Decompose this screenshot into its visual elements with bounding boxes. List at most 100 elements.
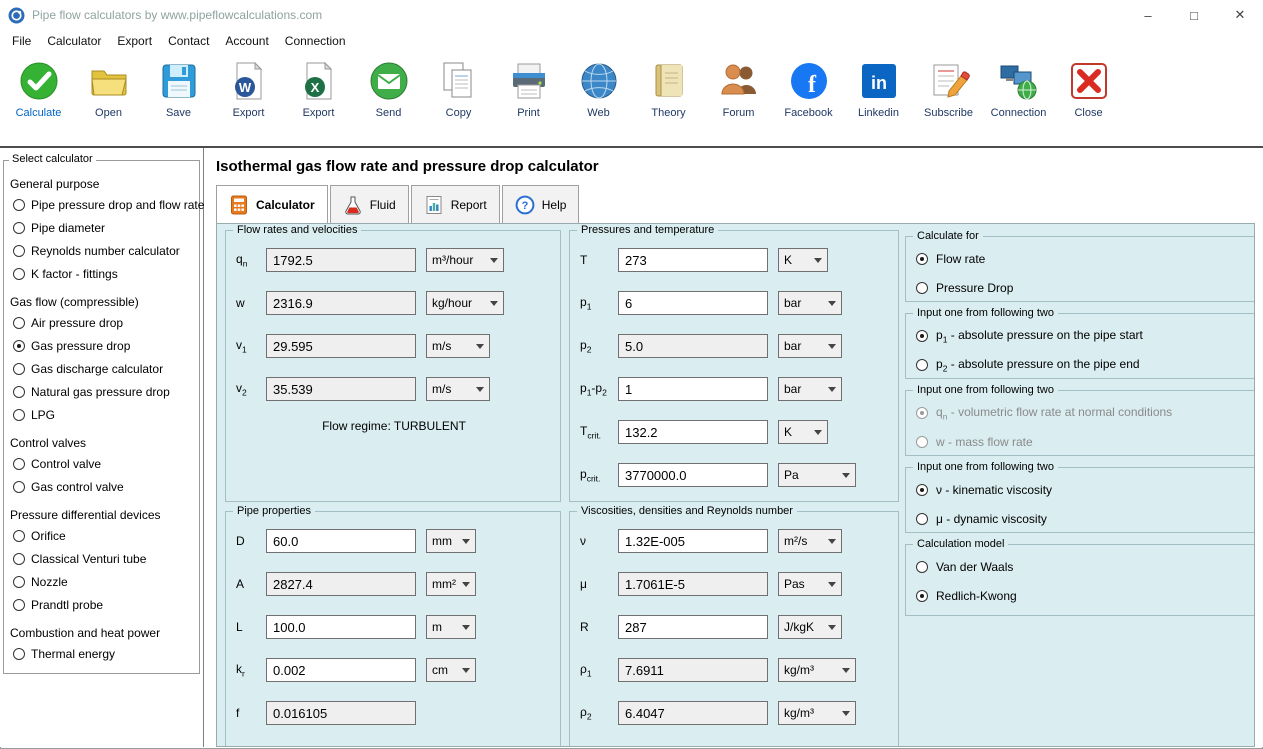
radio-van-der-waals[interactable]: Van der Waals (916, 559, 1254, 575)
w-input[interactable] (266, 291, 416, 315)
v1-input[interactable] (266, 334, 416, 358)
toolbar-connection-button[interactable]: Connection (990, 58, 1047, 119)
toolbar-calculate-button[interactable]: Calculate (10, 58, 67, 119)
toolbar-theory-button[interactable]: Theory (640, 58, 697, 119)
toolbar-facebook-button[interactable]: f Facebook (780, 58, 837, 119)
nu-input[interactable] (618, 529, 768, 553)
menu-account[interactable]: Account (217, 31, 276, 51)
R-input[interactable] (618, 615, 768, 639)
toolbar-print-button[interactable]: Print (500, 58, 557, 119)
A-input[interactable] (266, 572, 416, 596)
toolbar-forum-button[interactable]: Forum (710, 58, 767, 119)
toolbar-linkedin-button[interactable]: in Linkedin (850, 58, 907, 119)
radio-p2-absolute-end[interactable]: p2 - absolute pressure on the pipe end (916, 357, 1254, 373)
sidebar-item-classical-venturi-tube[interactable]: Classical Venturi tube (10, 547, 194, 570)
kr-unit-combo[interactable]: cm (426, 658, 476, 682)
pcrit-unit-combo[interactable]: Pa (778, 463, 856, 487)
rho1-input[interactable] (618, 658, 768, 682)
rho1-unit-combo[interactable]: kg/m³ (778, 658, 856, 682)
v2-input[interactable] (266, 377, 416, 401)
L-unit-combo[interactable]: m (426, 615, 476, 639)
sidebar-item-thermal-energy[interactable]: Thermal energy (10, 642, 194, 665)
radio-selected-icon (916, 253, 928, 265)
sidebar-item-pipe-diameter[interactable]: Pipe diameter (10, 216, 194, 239)
qn-unit-combo[interactable]: m³/hour (426, 248, 504, 272)
mu-input[interactable] (618, 572, 768, 596)
p1-unit-combo[interactable]: bar (778, 291, 842, 315)
sidebar-item-control-valve[interactable]: Control valve (10, 452, 194, 475)
D-unit-combo[interactable]: mm (426, 529, 476, 553)
send-mail-icon (366, 58, 412, 104)
select-calculator-legend: Select calculator (9, 153, 96, 165)
p2-unit-combo[interactable]: bar (778, 334, 842, 358)
kr-input[interactable] (266, 658, 416, 682)
p1-p2-unit-combo[interactable]: bar (778, 377, 842, 401)
menu-file[interactable]: File (4, 31, 39, 51)
w-unit-combo[interactable]: kg/hour (426, 291, 504, 315)
sidebar-item-orifice[interactable]: Orifice (10, 524, 194, 547)
sidebar-item-prandtl-probe[interactable]: Prandtl probe (10, 593, 194, 616)
toolbar-close-button[interactable]: Close (1060, 58, 1117, 119)
sidebar-item-pipe-pressure-drop-and-flow-rate[interactable]: Pipe pressure drop and flow rate (10, 193, 194, 216)
menu-export[interactable]: Export (109, 31, 160, 51)
p1-p2-input[interactable] (618, 377, 768, 401)
radio-pressure-drop[interactable]: Pressure Drop (916, 280, 1254, 296)
toolbar-web-button[interactable]: Web (570, 58, 627, 119)
p2-input[interactable] (618, 334, 768, 358)
Tcrit-unit-combo[interactable]: K (778, 420, 828, 444)
toolbar-send-button[interactable]: Send (360, 58, 417, 119)
T-unit-combo[interactable]: K (778, 248, 828, 272)
T-input[interactable] (618, 248, 768, 272)
tab-fluid[interactable]: Fluid (330, 185, 409, 223)
menu-contact[interactable]: Contact (160, 31, 217, 51)
minimize-button[interactable]: – (1125, 0, 1171, 30)
sidebar-item-reynolds-number-calculator[interactable]: Reynolds number calculator (10, 239, 194, 262)
field-v1: v1 m/s (236, 333, 552, 359)
radio-selected-icon (916, 330, 928, 342)
sidebar-item-gas-control-valve[interactable]: Gas control valve (10, 475, 194, 498)
sidebar-item-gas-discharge-calculator[interactable]: Gas discharge calculator (10, 357, 194, 380)
A-unit-combo[interactable]: mm² (426, 572, 476, 596)
toolbar-subscribe-button[interactable]: Subscribe (920, 58, 977, 119)
p1-input[interactable] (618, 291, 768, 315)
tab-calculator[interactable]: Calculator (216, 185, 328, 223)
close-button[interactable]: ✕ (1217, 0, 1263, 30)
pcrit-input[interactable] (618, 463, 768, 487)
qn-input[interactable] (266, 248, 416, 272)
v1-unit-combo[interactable]: m/s (426, 334, 490, 358)
tab-help[interactable]: ? Help (502, 185, 580, 223)
rho2-unit-combo[interactable]: kg/m³ (778, 701, 856, 725)
v2-unit-combo[interactable]: m/s (426, 377, 490, 401)
menu-calculator[interactable]: Calculator (39, 31, 109, 51)
f-input[interactable] (266, 701, 416, 725)
toolbar-export-word-button[interactable]: W Export (220, 58, 277, 119)
field-D: D mm (236, 528, 552, 554)
sidebar-item-gas-pressure-drop[interactable]: Gas pressure drop (10, 334, 194, 357)
radio-kinematic-viscosity[interactable]: ν - kinematic viscosity (916, 482, 1254, 498)
mu-unit-combo[interactable]: Pas (778, 572, 842, 596)
radio-dynamic-viscosity[interactable]: μ - dynamic viscosity (916, 511, 1254, 527)
sidebar-item-air-pressure-drop[interactable]: Air pressure drop (10, 311, 194, 334)
toolbar-copy-button[interactable]: Copy (430, 58, 487, 119)
maximize-button[interactable]: □ (1171, 0, 1217, 30)
nu-unit-combo[interactable]: m²/s (778, 529, 842, 553)
R-unit-combo[interactable]: J/kgK (778, 615, 842, 639)
sidebar-item-natural-gas-pressure-drop[interactable]: Natural gas pressure drop (10, 380, 194, 403)
D-input[interactable] (266, 529, 416, 553)
toolbar-save-button[interactable]: Save (150, 58, 207, 119)
L-input[interactable] (266, 615, 416, 639)
radio-redlich-kwong[interactable]: Redlich-Kwong (916, 588, 1254, 604)
sidebar-item-lpg[interactable]: LPG (10, 403, 194, 426)
sidebar-item-nozzle[interactable]: Nozzle (10, 570, 194, 593)
field-v2: v2 m/s (236, 376, 552, 402)
toolbar-open-button[interactable]: Open (80, 58, 137, 119)
radio-flow-rate[interactable]: Flow rate (916, 251, 1254, 267)
sidebar-item-k-factor-fittings[interactable]: K factor - fittings (10, 262, 194, 285)
menu-connection[interactable]: Connection (277, 31, 354, 51)
radio-p1-absolute-start[interactable]: p1 - absolute pressure on the pipe start (916, 328, 1254, 344)
tab-report[interactable]: Report (411, 185, 500, 223)
toolbar-export-excel-button[interactable]: X Export (290, 58, 347, 119)
Tcrit-input[interactable] (618, 420, 768, 444)
rho2-input[interactable] (618, 701, 768, 725)
field-kr: kr cm (236, 657, 552, 683)
